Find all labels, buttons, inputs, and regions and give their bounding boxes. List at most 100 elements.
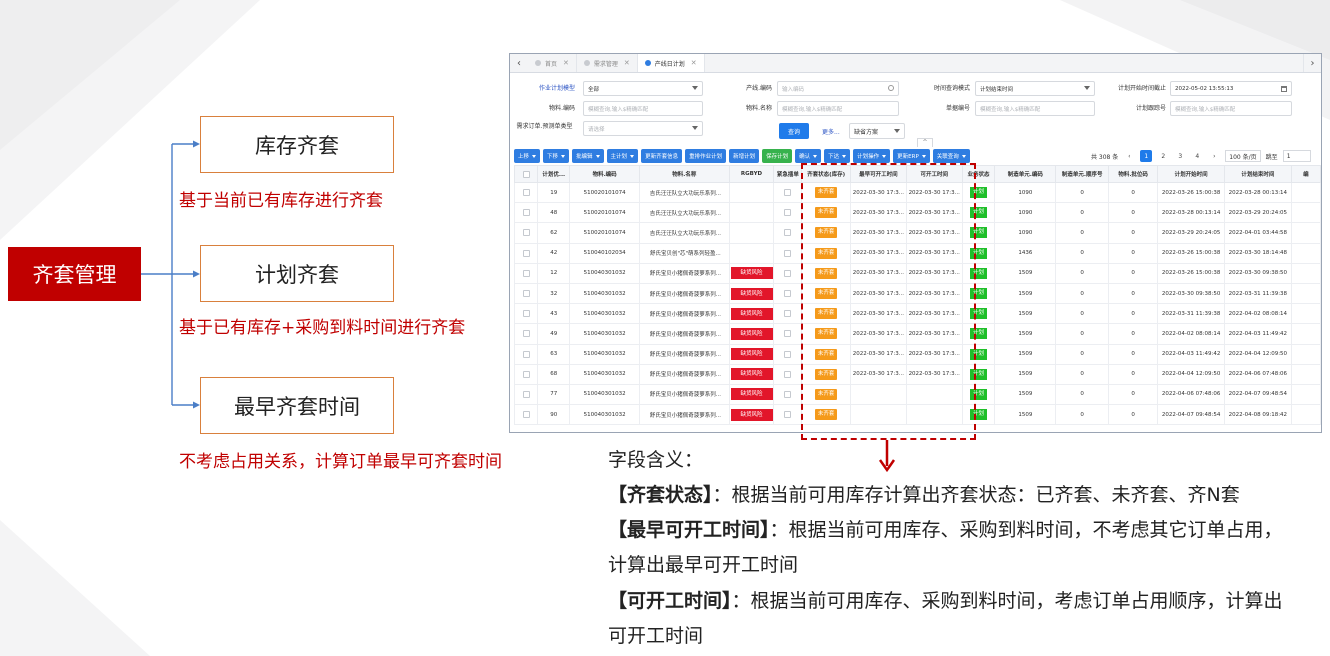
doc-no-input[interactable]: 模糊查询,输入$精确匹配 bbox=[975, 101, 1095, 116]
work-plan-model-select[interactable]: 全部 bbox=[583, 81, 703, 96]
column-header[interactable]: 业务状态 bbox=[961, 165, 996, 183]
row-checkbox-cell[interactable] bbox=[513, 242, 539, 264]
toolbar-button[interactable]: 主计划 bbox=[606, 149, 639, 163]
calendar-icon[interactable] bbox=[1281, 86, 1287, 92]
row-checkbox[interactable] bbox=[522, 249, 530, 257]
toolbar-button[interactable]: 保存计划 bbox=[762, 149, 793, 163]
cell-material-code[interactable]: 510040301032 bbox=[569, 303, 641, 325]
close-icon[interactable]: ✕ bbox=[691, 59, 697, 67]
column-header[interactable]: 计划开始时间 bbox=[1157, 165, 1225, 183]
cell-material-code[interactable]: 510040301032 bbox=[569, 262, 641, 284]
urgent-checkbox[interactable] bbox=[784, 411, 792, 419]
row-checkbox[interactable] bbox=[522, 370, 530, 378]
table-row[interactable]: 42 510040102034 舒氏宝贝创"芯"萌系列轻盈... 未齐套 2022-03… bbox=[513, 242, 1321, 264]
query-button[interactable]: 查询 bbox=[779, 123, 809, 139]
time-mode-select[interactable]: 计划结束时间 bbox=[975, 81, 1095, 96]
column-header[interactable]: 编 bbox=[1290, 165, 1321, 183]
collapse-filters-button[interactable]: ^ bbox=[917, 138, 933, 147]
urgent-checkbox[interactable] bbox=[784, 390, 792, 398]
table-row[interactable]: 63 510040301032 舒氏宝贝小猪佩奇菠萝系列... 缺货风险 未齐套 2022… bbox=[513, 343, 1321, 365]
toolbar-button[interactable]: 下移 bbox=[543, 149, 570, 163]
cell-material-code[interactable]: 510040301032 bbox=[569, 363, 641, 385]
search-icon[interactable] bbox=[888, 85, 894, 91]
page-prev-button[interactable]: ‹ bbox=[1123, 150, 1135, 162]
cell-material-code[interactable]: 510020101074 bbox=[569, 181, 641, 204]
row-checkbox-cell[interactable] bbox=[513, 323, 539, 345]
cell-urgent[interactable] bbox=[773, 363, 803, 385]
table-row[interactable]: 68 510040301032 舒氏宝贝小猪佩奇菠萝系列... 缺货风险 未齐套 2022… bbox=[513, 363, 1321, 385]
column-header[interactable]: 物料.名称 bbox=[639, 165, 730, 183]
row-checkbox-cell[interactable] bbox=[513, 343, 539, 365]
close-icon[interactable]: ✕ bbox=[563, 59, 569, 67]
close-icon[interactable]: ✕ bbox=[624, 59, 630, 67]
cell-material-code[interactable]: 510040301032 bbox=[569, 323, 641, 345]
row-checkbox-cell[interactable] bbox=[513, 404, 539, 426]
filter-scheme-select[interactable]: 缺省方案 bbox=[849, 123, 905, 139]
urgent-checkbox[interactable] bbox=[784, 229, 792, 237]
row-checkbox-cell[interactable] bbox=[513, 282, 539, 305]
page-3-button[interactable]: 3 bbox=[1174, 150, 1186, 162]
toolbar-button[interactable]: 重排作业计划 bbox=[685, 149, 727, 163]
column-header[interactable]: 计划结束时间 bbox=[1224, 165, 1292, 183]
row-checkbox-cell[interactable] bbox=[513, 181, 539, 204]
urgent-checkbox[interactable] bbox=[784, 330, 792, 338]
cell-urgent[interactable] bbox=[773, 262, 803, 284]
table-row[interactable]: 32 510040301032 舒氏宝贝小猪佩奇菠萝系列... 缺货风险 未齐套 2022… bbox=[513, 282, 1321, 305]
table-row[interactable]: 77 510040301032 舒氏宝贝小猪佩奇菠萝系列... 缺货风险 未齐套 计划 15… bbox=[513, 383, 1321, 406]
page-size-select[interactable]: 100 条/页 bbox=[1225, 150, 1261, 162]
cell-material-code[interactable]: 510040301032 bbox=[569, 383, 641, 406]
cell-material-code[interactable]: 510040301032 bbox=[569, 404, 641, 426]
toolbar-button[interactable]: 更新齐套信息 bbox=[641, 149, 683, 163]
column-header[interactable]: 物料.批位码 bbox=[1107, 165, 1159, 183]
plan-start-deadline-picker[interactable]: 2022-05-02 13:55:13 bbox=[1170, 81, 1292, 96]
urgent-checkbox[interactable] bbox=[784, 310, 792, 318]
urgent-checkbox[interactable] bbox=[784, 290, 792, 298]
row-checkbox[interactable] bbox=[522, 209, 530, 217]
page-4-button[interactable]: 4 bbox=[1191, 150, 1203, 162]
row-checkbox-cell[interactable] bbox=[513, 363, 539, 385]
column-header[interactable]: 制造单元.顺序号 bbox=[1055, 165, 1109, 183]
column-header[interactable]: 可开工时间 bbox=[905, 165, 963, 183]
row-checkbox[interactable] bbox=[522, 411, 530, 419]
jump-page-input[interactable]: 1 bbox=[1282, 150, 1311, 162]
cell-urgent[interactable] bbox=[773, 404, 803, 426]
tab-prev-button[interactable]: ‹ bbox=[510, 54, 528, 72]
table-row[interactable]: 43 510040301032 舒氏宝贝小猪佩奇菠萝系列... 缺货风险 未齐套 2022… bbox=[513, 303, 1321, 325]
toolbar-button[interactable]: 新增计划 bbox=[729, 149, 760, 163]
toolbar-button[interactable]: 关联查询 bbox=[932, 149, 970, 163]
cell-urgent[interactable] bbox=[773, 222, 803, 244]
cell-urgent[interactable] bbox=[773, 242, 803, 264]
row-checkbox-cell[interactable] bbox=[513, 262, 539, 284]
row-checkbox[interactable] bbox=[522, 310, 530, 318]
table-row[interactable]: 19 510020101074 吉氏汪汪队立大功玩乐系列... 未齐套 2022-03-… bbox=[513, 181, 1321, 204]
toolbar-button[interactable]: 下达 bbox=[824, 149, 851, 163]
cell-urgent[interactable] bbox=[773, 303, 803, 325]
urgent-checkbox[interactable] bbox=[784, 189, 792, 197]
line-code-input[interactable]: 输入编码 bbox=[777, 81, 899, 96]
cell-urgent[interactable] bbox=[773, 202, 803, 224]
cell-material-code[interactable]: 510020101074 bbox=[569, 222, 641, 244]
column-header[interactable]: RGBYD bbox=[728, 165, 775, 183]
cell-urgent[interactable] bbox=[773, 323, 803, 345]
page-1-button[interactable]: 1 bbox=[1140, 150, 1153, 162]
column-header[interactable]: 计划优... bbox=[537, 165, 571, 183]
urgent-checkbox[interactable] bbox=[784, 350, 792, 358]
row-checkbox[interactable] bbox=[522, 290, 530, 298]
page-next-button[interactable]: › bbox=[1208, 150, 1220, 162]
select-all-checkbox[interactable] bbox=[522, 170, 530, 178]
demand-type-select[interactable]: 请选择 bbox=[583, 121, 703, 136]
column-header[interactable]: 制造单元.编码 bbox=[994, 165, 1057, 183]
column-header[interactable]: 紧急插单 bbox=[773, 165, 803, 183]
material-code-input[interactable]: 模糊查询,输入$精确匹配 bbox=[583, 101, 703, 116]
cell-material-code[interactable]: 510040102034 bbox=[569, 242, 641, 264]
row-checkbox-cell[interactable] bbox=[513, 222, 539, 244]
row-checkbox[interactable] bbox=[522, 350, 530, 358]
column-header[interactable]: 齐套状态(库存) bbox=[801, 165, 851, 183]
material-name-input[interactable]: 模糊查询,输入$精确匹配 bbox=[777, 101, 899, 116]
toolbar-button[interactable]: 更新ERP bbox=[893, 149, 930, 163]
cell-material-code[interactable]: 510040301032 bbox=[569, 282, 641, 305]
table-row[interactable]: 62 510020101074 吉氏汪汪队立大功玩乐系列... 未齐套 2022-03-… bbox=[513, 222, 1321, 244]
table-row[interactable]: 12 510040301032 舒氏宝贝小猪佩奇菠萝系列... 缺货风险 未齐套 2022… bbox=[513, 262, 1321, 284]
row-checkbox[interactable] bbox=[522, 269, 530, 277]
cell-urgent[interactable] bbox=[773, 181, 803, 204]
